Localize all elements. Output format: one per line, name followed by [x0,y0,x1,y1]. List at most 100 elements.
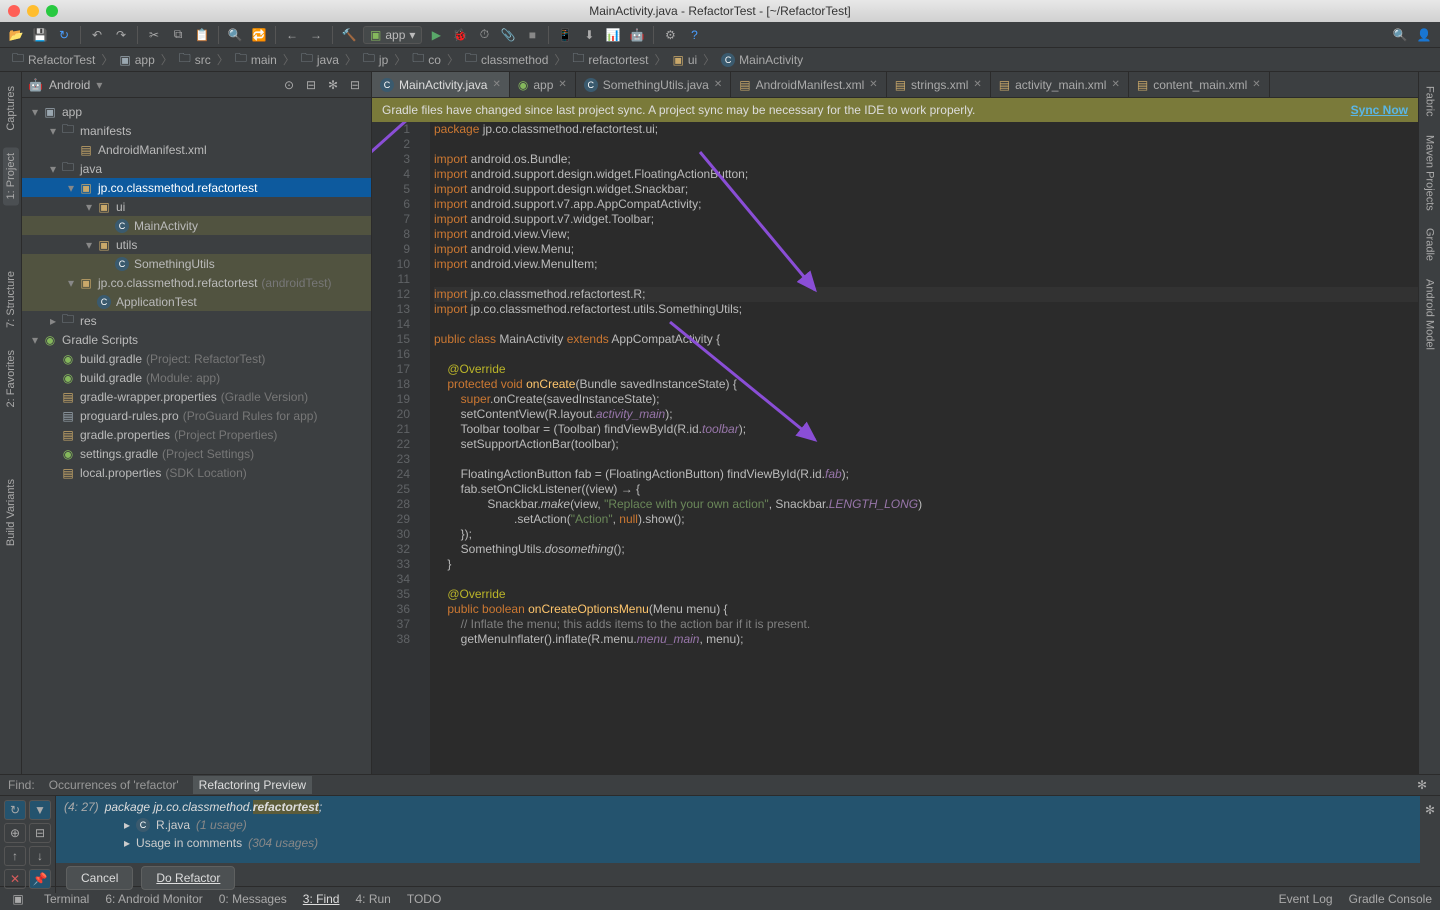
breadcrumb-item[interactable]: 🗀classmethod [461,49,552,70]
tree-row[interactable]: ▤local.properties(SDK Location) [22,463,371,482]
editor-tab[interactable]: ◉app✕ [510,72,576,97]
find-icon[interactable]: 🔍 [225,25,245,45]
find-tab[interactable]: Occurrences of 'refactor' [49,778,179,792]
close-tab-icon[interactable]: ✕ [558,79,566,90]
debug-icon[interactable]: 🐞 [450,25,470,45]
status-tool-tab[interactable]: 3: Find [303,892,340,906]
gear-icon[interactable]: ✻ [323,75,343,95]
prev-icon[interactable]: ↑ [4,846,26,866]
editor-tab[interactable]: CSomethingUtils.java✕ [576,72,731,97]
close-tab-icon[interactable]: ✕ [1111,79,1119,90]
status-tool-tab[interactable]: 0: Messages [219,892,287,906]
tree-row[interactable]: ◉build.gradle(Project: RefactorTest) [22,349,371,368]
gear-icon[interactable]: ✻ [1420,800,1440,820]
tree-row[interactable]: CMainActivity [22,216,371,235]
breadcrumb-item[interactable]: 🗀src [175,49,215,70]
android-tool-icon[interactable]: 🤖 [627,25,647,45]
editor-tab[interactable]: ▤AndroidManifest.xml✕ [731,72,886,97]
sdk-icon[interactable]: ⬇ [579,25,599,45]
undo-icon[interactable]: ↶ [87,25,107,45]
line-gutter[interactable]: 1234567891011121314151617181920212223242… [372,122,416,774]
tool-window-tab[interactable]: Android Model [1422,273,1438,356]
breadcrumb-item[interactable]: 🗀refactortest [568,49,652,70]
breadcrumb-item[interactable]: 🗀jp [359,49,392,70]
collapse-icon[interactable]: ⊟ [29,823,51,843]
breadcrumb-item[interactable]: 🗀RefactorTest [8,49,99,70]
editor-tab[interactable]: ▤content_main.xml✕ [1129,72,1270,97]
tool-window-tab[interactable]: Maven Projects [1422,129,1438,217]
tree-row[interactable]: ◉build.gradle(Module: app) [22,368,371,387]
tree-row[interactable]: ▾▣jp.co.classmethod.refactortest [22,178,371,197]
breadcrumb-item[interactable]: ▣app [115,53,158,67]
tree-row[interactable]: ▾▣jp.co.classmethod.refactortest(android… [22,273,371,292]
rerun-icon[interactable]: ↻ [4,800,26,820]
status-tool-tab[interactable]: Gradle Console [1349,892,1432,906]
redo-icon[interactable]: ↷ [111,25,131,45]
settings-icon[interactable]: ⚙ [660,25,680,45]
sync-icon[interactable]: ↻ [54,25,74,45]
tree-row[interactable]: ◉settings.gradle(Project Settings) [22,444,371,463]
tree-row[interactable]: ▤proguard-rules.pro(ProGuard Rules for a… [22,406,371,425]
scroll-from-source-icon[interactable]: ⊙ [279,75,299,95]
tree-row[interactable]: ▤gradle-wrapper.properties(Gradle Versio… [22,387,371,406]
search-everywhere-icon[interactable]: 🔍 [1390,25,1410,45]
sync-now-link[interactable]: Sync Now [1351,103,1408,117]
tool-window-tab[interactable]: Fabric [1422,80,1438,123]
status-tool-tab[interactable]: Terminal [44,892,89,906]
tree-row[interactable]: ▾🗀java [22,159,371,178]
paste-icon[interactable]: 📋 [192,25,212,45]
status-tool-tab[interactable]: 6: Android Monitor [105,892,202,906]
tool-windows-icon[interactable]: ▣ [8,889,28,909]
tree-row[interactable]: ▾▣utils [22,235,371,254]
cancel-button[interactable]: Cancel [66,866,133,890]
hide-icon[interactable]: ⊟ [345,75,365,95]
close-icon[interactable]: ✕ [4,869,26,889]
tree-row[interactable]: ▾▣app [22,102,371,121]
stop-icon[interactable]: ■ [522,25,542,45]
tree-row[interactable]: ▤gradle.properties(Project Properties) [22,425,371,444]
breadcrumb-item[interactable]: 🗀co [408,49,445,70]
filter-icon[interactable]: ▼ [29,800,51,820]
close-tab-icon[interactable]: ✕ [1252,79,1260,90]
find-results[interactable]: (4: 27) package jp.co.classmethod.refact… [56,796,1420,863]
tool-window-tab[interactable]: 7: Structure [3,265,19,334]
close-tab-icon[interactable]: ✕ [869,79,877,90]
tree-row[interactable]: CApplicationTest [22,292,371,311]
back-icon[interactable]: ← [282,25,302,45]
find-result-row[interactable]: ▸ Usage in comments (304 usages) [64,834,1412,852]
code-editor[interactable]: 1234567891011121314151617181920212223242… [372,122,1418,774]
status-tool-tab[interactable]: TODO [407,892,441,906]
tree-row[interactable]: ▤AndroidManifest.xml [22,140,371,159]
close-tab-icon[interactable]: ✕ [492,79,500,90]
tool-window-tab[interactable]: Captures [3,80,19,137]
breadcrumb-item[interactable]: 🗀java [297,49,343,70]
tree-row[interactable]: ▾🗀manifests [22,121,371,140]
collapse-all-icon[interactable]: ⊟ [301,75,321,95]
attach-icon[interactable]: 📎 [498,25,518,45]
breadcrumb-item[interactable]: ▣ui [668,53,701,67]
find-tab[interactable]: Refactoring Preview [193,776,312,794]
run-config-selector[interactable]: ▣ app ▾ [363,26,422,44]
user-icon[interactable]: 👤 [1414,25,1434,45]
profile-icon[interactable]: ⏱ [474,25,494,45]
breadcrumb-item[interactable]: 🗀main [231,49,281,70]
project-view-selector[interactable]: Android [49,78,90,92]
avd-icon[interactable]: 📱 [555,25,575,45]
make-icon[interactable]: 🔨 [339,25,359,45]
tool-window-tab[interactable]: 1: Project [3,147,19,205]
editor-tab[interactable]: ▤activity_main.xml✕ [991,72,1129,97]
tool-window-tab[interactable]: Gradle [1422,222,1438,267]
save-icon[interactable]: 💾 [30,25,50,45]
forward-icon[interactable]: → [306,25,326,45]
expand-icon[interactable]: ⊕ [4,823,26,843]
replace-icon[interactable]: 🔁 [249,25,269,45]
tool-window-tab[interactable]: Build Variants [3,473,19,552]
run-icon[interactable]: ▶ [426,25,446,45]
find-result-row[interactable]: ▸ C R.java (1 usage) [64,816,1412,834]
open-icon[interactable]: 📂 [6,25,26,45]
help-icon[interactable]: ? [684,25,704,45]
breadcrumb-item[interactable]: CMainActivity [717,53,807,67]
editor-tab[interactable]: ▤strings.xml✕ [887,72,991,97]
editor-tab[interactable]: CMainActivity.java✕ [372,72,510,97]
code-content[interactable]: package jp.co.classmethod.refactortest.u… [430,122,1418,774]
